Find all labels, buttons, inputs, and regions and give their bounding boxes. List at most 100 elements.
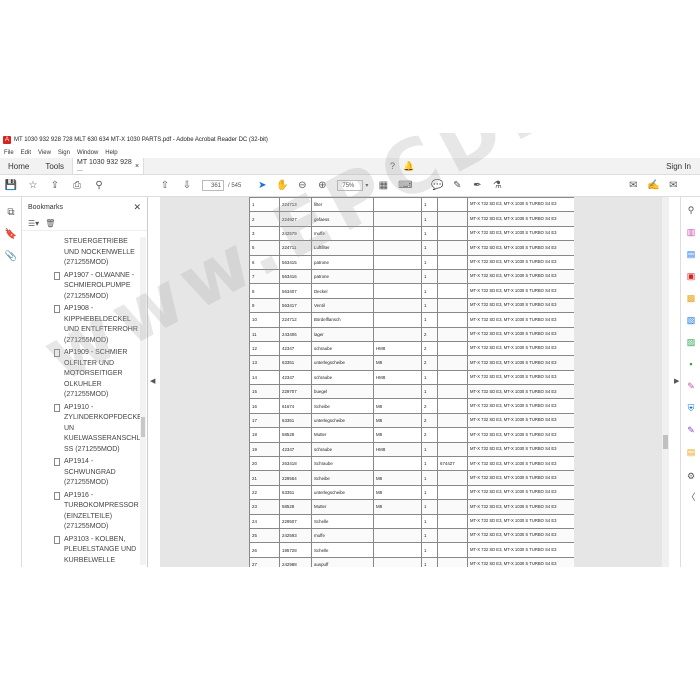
bookmark-item[interactable]: AP1908 - KIPPHEBELDECKEL UND ENTLFTERROH… — [22, 304, 142, 346]
menu-item-window[interactable]: Window — [77, 150, 98, 156]
zoom-dropdown-icon[interactable]: ▾ — [365, 182, 368, 189]
more-tools-icon[interactable]: ⚙ — [684, 469, 698, 483]
share-icon[interactable]: ✉ — [626, 179, 640, 193]
expand-tools-icon[interactable]: 〈 — [684, 489, 698, 503]
organize-pages-icon[interactable]: ▧ — [684, 313, 698, 327]
select-cursor-icon[interactable]: ➤ — [255, 179, 269, 193]
document-scroll-thumb[interactable] — [663, 435, 668, 449]
part-size-cell — [373, 225, 422, 242]
search-icon[interactable]: ⚲ — [684, 203, 698, 217]
bookmark-item[interactable]: AP1916 - TURBOKOMPRESSOR (EINZELTEILE) (… — [22, 491, 142, 533]
sign-in-link[interactable]: Sign In — [666, 158, 700, 174]
draw-icon[interactable]: ✒ — [470, 179, 484, 193]
menu-item-edit[interactable]: Edit — [21, 150, 31, 156]
table-row: 25 242593 muffe 1 MT-X 732 SD E3, MT-X 1030 … — [249, 527, 574, 544]
highlight-pen-icon[interactable]: ✎ — [450, 179, 464, 193]
save-icon[interactable]: 💾 — [4, 179, 18, 193]
quantity-cell: 1 — [421, 297, 438, 314]
row-number-cell: 20 — [249, 456, 280, 472]
collapse-right-pane-icon[interactable]: ▶ — [674, 377, 679, 385]
protect-icon[interactable]: ⛨ — [684, 401, 698, 415]
bookmark-options-icon[interactable]: ☰▾ — [28, 219, 39, 228]
print-icon[interactable]: ⎙ — [70, 179, 84, 193]
part-name-cell: muffe — [311, 527, 374, 544]
sign-pen-icon[interactable]: ✍ — [646, 179, 660, 193]
compress-pdf-icon[interactable]: ▨ — [684, 335, 698, 349]
zoom-in-icon[interactable]: ⊕ — [315, 179, 329, 193]
hand-tool-icon[interactable]: ✋ — [275, 179, 289, 193]
bookmarks-panel: Bookmarks ✕ ☰▾ 🗑 STEUERGETRIEBE UND NOCK… — [22, 197, 148, 567]
bookmark-item[interactable]: AP1914 - SCHWUNGRAD (271255MOD) — [22, 457, 142, 489]
fit-page-icon[interactable]: ▦ — [376, 179, 390, 193]
stamp-icon[interactable]: ⚗ — [490, 179, 504, 193]
page-number-input[interactable]: 361 — [202, 180, 224, 191]
bookmark-label: AP1907 - OLWANNE - SCHMIEROLPUMPE (27125… — [64, 271, 135, 300]
notifications-icon[interactable]: 🔔 — [403, 161, 414, 172]
note-cell — [437, 484, 468, 501]
menu-item-view[interactable]: View — [38, 150, 51, 156]
edit-pdf-icon[interactable]: ✎ — [684, 423, 698, 437]
note-cell — [437, 326, 468, 342]
bookmark-label: AP1909 - SCHMIER OLFILTER UND MOTORSEITI… — [64, 349, 128, 398]
menu-item-file[interactable]: File — [4, 150, 14, 156]
title-bar: A MT 1030 932 928 728 MLT 630 634 MT-X 1… — [0, 133, 700, 147]
search-icon[interactable]: ⚲ — [92, 179, 106, 193]
zoom-level-select[interactable]: 75% — [337, 180, 364, 191]
scan-ocr-icon[interactable]: ▪ — [684, 357, 698, 371]
create-pdf-icon[interactable]: ▥ — [684, 225, 698, 239]
row-number-cell: 24 — [249, 513, 280, 529]
model-applicability-cell: MT-X 732 SD E3, MT-X 1030 S TURBO S4 E3 — [467, 268, 574, 285]
table-row: 27 242988 auspuff 1 MT-X 732 SD E3, MT-X 103… — [249, 556, 574, 567]
comment-tool-icon[interactable]: ▩ — [684, 291, 698, 305]
row-number-cell: 7 — [249, 268, 280, 285]
fill-sign-icon[interactable]: ✎ — [684, 379, 698, 393]
send-for-signature-icon[interactable]: ▤ — [684, 445, 698, 459]
bookmark-item[interactable]: AP3103 - KOLBEN, PLEUELSTANGE UND KURBEL… — [22, 535, 142, 566]
close-icon[interactable]: ✕ — [133, 202, 141, 213]
page-thumbnails-icon[interactable]: ⧉ — [4, 205, 18, 219]
bookmark-label: AP1916 - TURBOKOMPRESSOR (EINZELTEILE) (… — [64, 491, 139, 531]
part-number-cell: 63351 — [279, 484, 312, 501]
bookmark-star-icon[interactable]: ☆ — [26, 179, 40, 193]
bookmark-item[interactable]: AP1907 - OLWANNE - SCHMIEROLPUMPE (27125… — [22, 271, 142, 303]
tab-close-icon[interactable]: × — [135, 163, 139, 170]
tab-bar: Home Tools MT 1030 932 928 ... × ? 🔔 Sig… — [0, 158, 700, 175]
delete-bookmark-icon[interactable]: 🗑 — [45, 219, 55, 228]
combine-files-icon[interactable]: ▤ — [684, 247, 698, 261]
zoom-out-icon[interactable]: ⊖ — [295, 179, 309, 193]
row-number-cell: 16 — [249, 398, 280, 414]
tab-tools[interactable]: Tools — [37, 158, 72, 174]
row-number-cell: 11 — [249, 326, 280, 342]
bookmark-item[interactable]: AP1909 - SCHMIER OLFILTER UND MOTORSEITI… — [22, 348, 142, 401]
email-icon[interactable]: ✉ — [666, 179, 680, 193]
bookmarks-scrollbar[interactable] — [140, 237, 146, 565]
tab-document[interactable]: MT 1030 932 928 ... × — [72, 158, 145, 174]
part-size-cell: M8 — [373, 484, 422, 501]
next-page-icon[interactable]: ⇩ — [180, 179, 194, 193]
export-pdf-icon[interactable]: ▣ — [684, 269, 698, 283]
table-row: 11 243406 lager 2 MT-X 732 SD E3, MT-X 1030 … — [249, 326, 574, 342]
bookmark-label: AP1914 - SCHWUNGRAD (271255MOD) — [64, 458, 116, 486]
menu-item-help[interactable]: Help — [105, 150, 117, 156]
quantity-cell: 1 — [421, 556, 438, 567]
part-number-cell: 58528 — [279, 427, 312, 443]
bookmarks-panel-icon[interactable]: 🔖 — [4, 227, 18, 241]
part-number-cell: 563416 — [279, 268, 312, 285]
bookmark-item[interactable]: STEUERGETRIEBE UND NOCKENWELLE (271255MO… — [22, 237, 142, 269]
bookmark-item[interactable]: AP1910 - ZYLINDERKOPFDECKEL UN KUELWASSE… — [22, 403, 142, 456]
bookmarks-scroll-thumb[interactable] — [141, 417, 145, 437]
help-icon[interactable]: ? — [390, 161, 395, 171]
comment-icon[interactable]: 💬 — [430, 179, 444, 193]
row-number-cell: 12 — [249, 340, 280, 357]
quantity-cell: 2 — [421, 326, 438, 342]
menu-item-sign[interactable]: Sign — [58, 150, 70, 156]
part-size-cell: HM8 — [373, 340, 422, 357]
previous-page-icon[interactable]: ⇧ — [158, 179, 172, 193]
keyboard-icon[interactable]: ⌨ — [398, 179, 412, 193]
table-row: 13 63351 unterlegscheibe M8 2 MT-X 732 SD E3,… — [249, 355, 574, 371]
collapse-left-pane-icon[interactable]: ◀ — [150, 377, 155, 385]
document-scrollbar[interactable] — [662, 197, 669, 567]
attachments-icon[interactable]: 📎 — [4, 249, 18, 263]
tab-home[interactable]: Home — [0, 158, 37, 174]
upload-icon[interactable]: ⇪ — [48, 179, 62, 193]
